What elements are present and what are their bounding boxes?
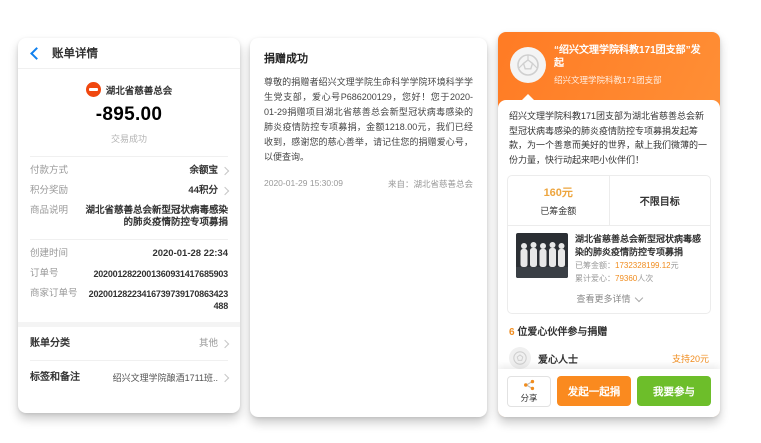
raised-label: 已筹金额 (540, 204, 576, 217)
bill-detail-panel: 账单详情 湖北省慈善总会 -895.00 交易成功 付款方式 余额宝 积分奖励 … (18, 38, 240, 413)
divider (30, 239, 228, 240)
share-button[interactable]: 分享 (507, 376, 551, 407)
group-avatar (510, 47, 546, 83)
row-value: 2020-01-28 22:34 (152, 248, 228, 260)
chevron-down-icon (634, 293, 642, 301)
row-label: 商家订单号 (30, 288, 78, 300)
project-raised-value: 1732328199.12 (615, 261, 671, 270)
page-title: 账单详情 (52, 45, 98, 61)
fundraiser-title: “绍兴文理学院科教171团支部”发起 (554, 44, 708, 70)
payment-method-row[interactable]: 付款方式 余额宝 (30, 165, 228, 177)
merchant-name: 湖北省慈善总会 (106, 83, 173, 97)
donation-message-panel: 捐赠成功 尊敬的捐赠者绍兴文理学院生命科学学院环境科学学生党支部，爱心号P686… (250, 38, 487, 417)
row-label: 标签和备注 (30, 372, 80, 384)
participants-label: 位爱心伙伴参与捐赠 (515, 327, 608, 338)
chevron-right-icon (221, 187, 229, 195)
row-label: 创建时间 (30, 248, 68, 260)
raised-cell: 160元 已筹金额 (508, 176, 609, 225)
donor-name: 爱心人士 (538, 351, 578, 366)
start-together-donate-button[interactable]: 发起一起捐 (557, 376, 631, 406)
row-label: 积分奖励 (30, 185, 68, 197)
raised-amount: 160元 (544, 184, 573, 200)
transaction-status: 交易成功 (30, 132, 228, 157)
merchant-row: 湖北省慈善总会 (18, 82, 240, 97)
emblem-icon (515, 52, 541, 78)
share-label: 分享 (520, 392, 537, 404)
row-value: 其他 (199, 338, 218, 350)
row-label: 账单分类 (30, 338, 70, 350)
merchant-order-number-row: 商家订单号 20200128223416739739170863423488 (30, 288, 228, 312)
view-more-label: 查看更多详情 (576, 292, 630, 305)
order-number-row: 订单号 2020012822001360931417685903 (30, 268, 228, 280)
create-time-row: 创建时间 2020-01-28 22:34 (30, 248, 228, 260)
divider (30, 360, 228, 361)
row-value: 20200128223416739739170863423488 (86, 288, 228, 312)
row-value: 绍兴文理学院酿酒1711班.. (113, 372, 218, 384)
donor-avatar (509, 347, 531, 369)
message-title: 捐赠成功 (264, 50, 473, 66)
goal-label: 不限目标 (640, 193, 680, 208)
tags-notes-row[interactable]: 标签和备注 绍兴文理学院酿酒1711班.. (30, 372, 228, 384)
project-raised-label: 已筹金额： (575, 261, 615, 270)
join-button[interactable]: 我要参与 (637, 376, 711, 406)
charity-logo-icon (86, 82, 101, 97)
fundraiser-stats-card: 160元 已筹金额 不限目标 (507, 175, 711, 314)
emblem-icon (512, 350, 528, 366)
chevron-right-icon (221, 340, 229, 348)
message-body: 尊敬的捐赠者绍兴文理学院生命科学学院环境科学学生党支部，爱心号P68620012… (264, 75, 473, 165)
row-value: 2020012822001360931417685903 (93, 268, 228, 280)
goal-cell: 不限目标 (609, 176, 711, 225)
project-donors-label: 累计爱心： (575, 274, 615, 283)
fundraiser-subtitle: 绍兴文理学院科教171团支部 (554, 74, 708, 86)
donor-support-amount: 支持20元 (672, 352, 709, 365)
view-more-link[interactable]: 查看更多详情 (508, 288, 710, 313)
speech-pointer (522, 94, 534, 100)
project-row[interactable]: 湖北省慈善总会新型冠状病毒感染的肺炎疫情防控专项募捐 已筹金额：17323281… (508, 226, 710, 288)
medical-staff-photo (516, 233, 568, 278)
message-timestamp: 2020-01-29 15:30:09 (264, 178, 343, 190)
bill-category-row[interactable]: 账单分类 其他 (30, 338, 228, 350)
fundraiser-header: “绍兴文理学院科教171团支部”发起 绍兴文理学院科教171团支部 (498, 32, 720, 86)
row-value: 44积分 (188, 185, 218, 197)
screenshot-canvas: 账单详情 湖北省慈善总会 -895.00 交易成功 付款方式 余额宝 积分奖励 … (0, 0, 761, 443)
fundraiser-body: 绍兴文理学院科教171团支部为湖北省慈善总会新型冠状病毒感染的肺炎疫情防控专项募… (498, 100, 720, 417)
chevron-right-icon (221, 167, 229, 175)
product-description-row: 商品说明 湖北省慈善总会新型冠状病毒感染的肺炎疫情防控专项募捐 (30, 205, 228, 229)
points-reward-row[interactable]: 积分奖励 44积分 (30, 185, 228, 197)
project-title: 湖北省慈善总会新型冠状病毒感染的肺炎疫情防控专项募捐 (575, 233, 702, 258)
fundraiser-panel: “绍兴文理学院科教171团支部”发起 绍兴文理学院科教171团支部 绍兴文理学院… (498, 32, 720, 417)
bill-header: 账单详情 (18, 38, 240, 69)
project-raised-unit: 元 (671, 261, 679, 270)
row-value: 余额宝 (189, 165, 218, 177)
row-label: 付款方式 (30, 165, 68, 177)
row-label: 商品说明 (30, 205, 68, 217)
project-photo (516, 233, 568, 278)
share-icon (523, 379, 535, 391)
section-separator (18, 322, 240, 327)
project-donors-value: 79360 (615, 274, 637, 283)
transaction-amount: -895.00 (18, 104, 240, 126)
message-sender: 来自：湖北省慈善总会 (388, 178, 473, 190)
action-bar: 分享 发起一起捐 我要参与 (498, 369, 720, 417)
participants-heading: 6 位爱心伙伴参与捐赠 (498, 314, 720, 340)
back-icon[interactable] (30, 47, 43, 60)
row-label: 订单号 (30, 268, 59, 280)
project-donors-unit: 人次 (637, 274, 653, 283)
row-value: 湖北省慈善总会新型冠状病毒感染的肺炎疫情防控专项募捐 (76, 205, 228, 229)
fundraiser-description: 绍兴文理学院科教171团支部为湖北省慈善总会新型冠状病毒感染的肺炎疫情防控专项募… (498, 100, 720, 167)
chevron-right-icon (221, 374, 229, 382)
